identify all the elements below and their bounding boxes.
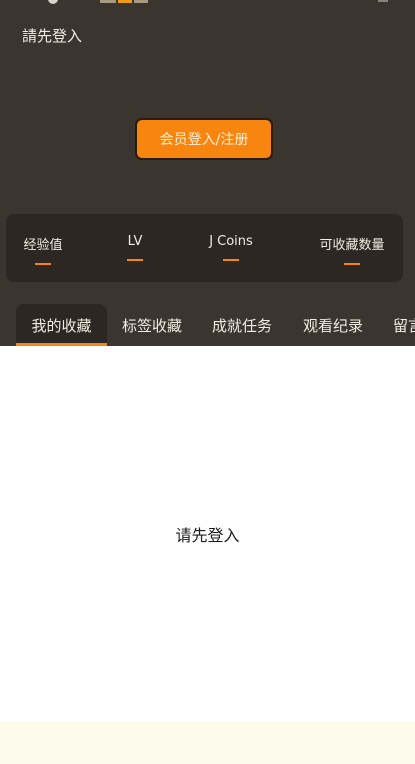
stat-experience: 经验值 [22, 234, 64, 265]
bottom-bar [0, 722, 415, 764]
stat-collection-capacity: 可收藏数量 [317, 234, 387, 265]
login-required-message: 请先登入 [175, 526, 240, 545]
member-login-register-button[interactable]: 会员登入/注册 [135, 118, 273, 160]
login-prompt-text: 請先登入 [22, 27, 83, 45]
tab-achievements[interactable]: 成就任务 [203, 304, 281, 346]
stats-card: 经验值 LV J Coins 可收藏数量 [6, 214, 403, 282]
status-icon [118, 0, 132, 3]
stat-label: 可收藏数量 [319, 238, 385, 253]
stat-value-placeholder [344, 263, 360, 265]
stat-value-placeholder [223, 259, 239, 261]
tab-comments[interactable]: 留言 [385, 304, 415, 346]
stat-label: LV [127, 234, 143, 249]
stat-level: LV [122, 234, 148, 261]
stat-value-placeholder [127, 259, 143, 261]
tab-content-panel: 请先登入 [0, 346, 415, 722]
status-icon [134, 0, 148, 3]
status-icon [48, 0, 58, 4]
tab-my-favorites[interactable]: 我的收藏 [16, 304, 107, 346]
tab-watch-history[interactable]: 观看纪录 [294, 304, 372, 346]
profile-header: 請先登入 会员登入/注册 经验值 LV J Coins 可收藏数量 我的收藏 标… [0, 0, 415, 346]
profile-tabs: 我的收藏 标签收藏 成就任务 观看纪录 留言 [0, 304, 415, 346]
stat-label: J Coins [209, 234, 253, 249]
status-icon [378, 0, 388, 2]
status-icon [100, 0, 116, 3]
tab-tag-favorites[interactable]: 标签收藏 [113, 304, 191, 346]
stat-label: 经验值 [23, 238, 63, 253]
stat-j-coins: J Coins [204, 234, 258, 261]
stat-value-placeholder [35, 263, 51, 265]
status-bar [0, 0, 415, 6]
